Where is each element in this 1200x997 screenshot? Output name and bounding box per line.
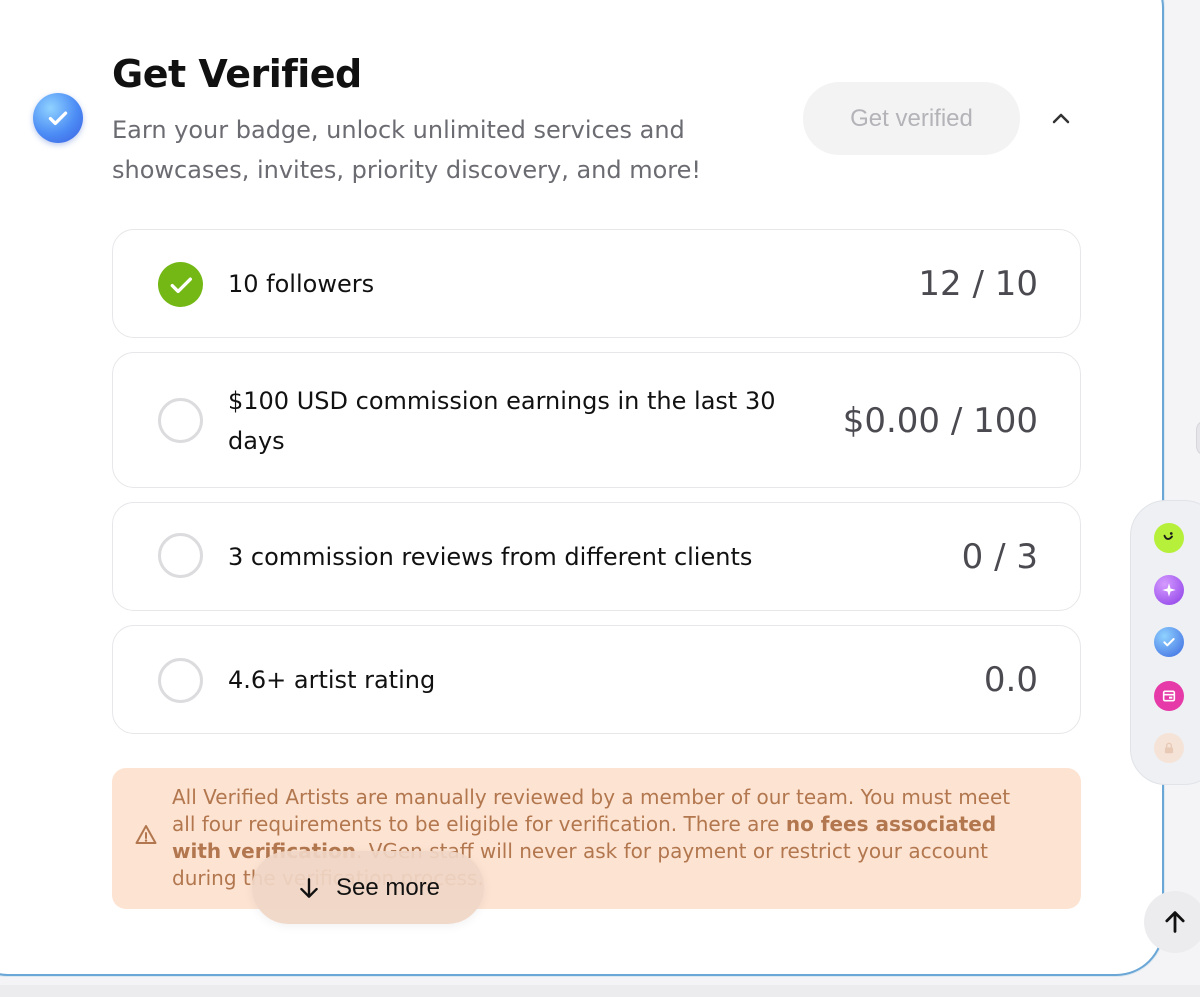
sparkle-icon[interactable]: [1154, 575, 1184, 605]
requirement-value: 0 / 3: [961, 537, 1038, 577]
arrow-up-icon: [1165, 911, 1185, 933]
requirement-earnings: $100 USD commission earnings in the last…: [112, 352, 1081, 488]
check-pending-icon: [158, 398, 203, 443]
verified-badge-icon: [33, 93, 83, 143]
chevron-up-icon: [1052, 113, 1070, 124]
requirement-followers: 10 followers 12 / 10: [112, 229, 1081, 338]
check-pending-icon: [158, 533, 203, 578]
get-verified-button[interactable]: Get verified: [803, 82, 1020, 155]
requirement-value: 0.0: [983, 660, 1038, 700]
requirement-label: 3 commission reviews from different clie…: [228, 543, 753, 571]
requirement-value: 12 / 10: [918, 264, 1038, 304]
requirement-rating: 4.6+ artist rating 0.0: [112, 625, 1081, 734]
requirement-label: $100 USD commission earnings in the last…: [228, 387, 776, 455]
verified-check-icon[interactable]: [1154, 627, 1184, 657]
side-rail: [1130, 500, 1200, 785]
scroll-to-top-button[interactable]: [1144, 891, 1200, 953]
check-pending-icon: [158, 658, 203, 703]
page-bottom-bar: [0, 985, 1200, 997]
page-title: Get Verified: [112, 52, 362, 96]
requirement-label: 4.6+ artist rating: [228, 666, 436, 694]
warning-icon: [134, 823, 158, 847]
requirement-value: $0.00 / 100: [842, 401, 1038, 441]
check-done-icon: [158, 262, 203, 307]
scroll-handle[interactable]: [1196, 420, 1200, 456]
lock-icon[interactable]: [1154, 733, 1184, 763]
see-more-button[interactable]: See more: [252, 851, 484, 924]
see-more-label: See more: [335, 873, 441, 901]
requirement-reviews: 3 commission reviews from different clie…: [112, 502, 1081, 611]
arrow-down-icon: [300, 877, 318, 898]
requirement-label: 10 followers: [228, 270, 375, 298]
page-subtitle: Earn your badge, unlock unlimited servic…: [112, 116, 702, 184]
collapse-button[interactable]: [1045, 103, 1077, 135]
vgen-logo-icon[interactable]: [1154, 523, 1184, 553]
shop-icon[interactable]: [1154, 681, 1184, 711]
